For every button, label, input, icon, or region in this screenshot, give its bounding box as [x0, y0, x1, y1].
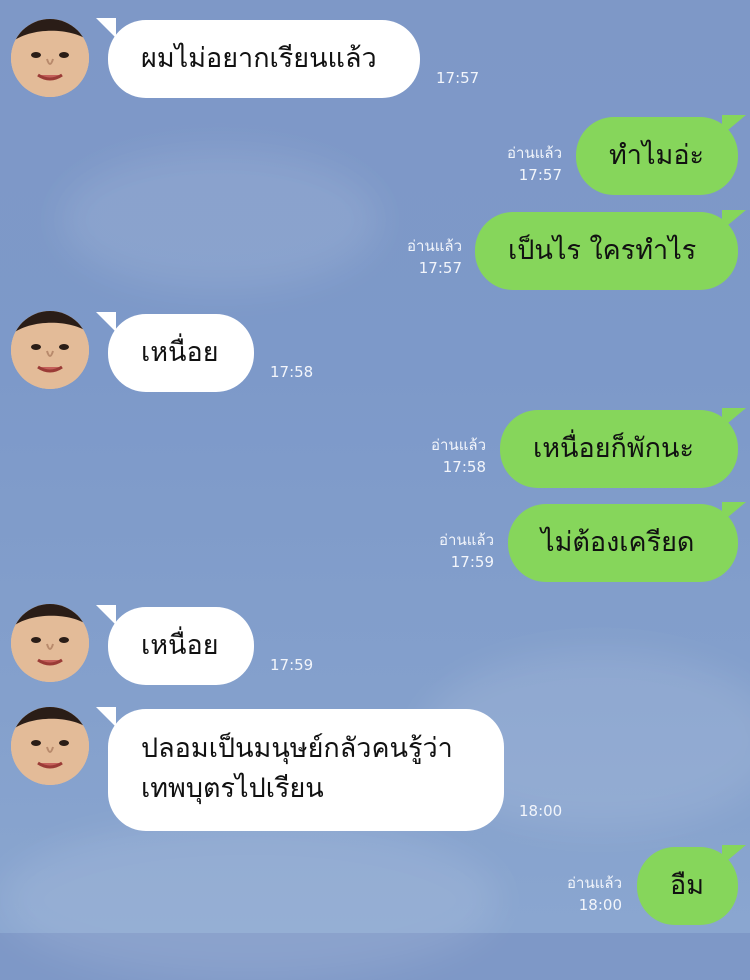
message-time: 17:58 — [270, 363, 314, 381]
avatar[interactable] — [11, 311, 89, 389]
bubble-tail — [96, 707, 116, 727]
message-time: 17:58 — [442, 458, 486, 476]
message-line: ปลอมเป็นมนุษย์กลัวคนรู้ว่า — [141, 733, 453, 764]
avatar-face-icon — [11, 311, 89, 389]
read-receipt: อ่านแล้ว — [407, 237, 462, 255]
avatar[interactable] — [11, 19, 89, 97]
message-time: 17:57 — [436, 69, 480, 87]
bubble-tail — [722, 210, 746, 230]
message-bubble[interactable]: เหนื่อย — [108, 314, 254, 392]
read-receipt: อ่านแล้ว — [507, 144, 562, 162]
message-bubble[interactable]: เหนื่อย — [108, 607, 254, 685]
message-bubble[interactable]: ปลอมเป็นมนุษย์กลัวคนรู้ว่า เทพบุตรไปเรีย… — [108, 709, 504, 831]
bubble-tail — [722, 408, 746, 428]
message-time: 18:00 — [519, 802, 563, 820]
bubble-tail — [96, 18, 116, 38]
bubble-tail — [96, 605, 116, 625]
message-bubble[interactable]: เป็นไร ใครทำไร — [475, 212, 738, 290]
cloud-decor — [60, 150, 380, 290]
bubble-tail — [96, 312, 116, 332]
message-time: 17:57 — [518, 166, 562, 184]
read-receipt: อ่านแล้ว — [439, 531, 494, 549]
avatar-face-icon — [11, 604, 89, 682]
message-time: 17:59 — [270, 656, 314, 674]
message-bubble[interactable]: ทำไมอ่ะ — [576, 117, 738, 195]
read-receipt: อ่านแล้ว — [431, 436, 486, 454]
message-bubble[interactable]: เหนื่อยก็พักนะ — [500, 410, 738, 488]
cloud-decor — [0, 820, 500, 980]
bubble-tail — [722, 845, 746, 865]
message-bubble[interactable]: ผมไม่อยากเรียนแล้ว — [108, 20, 420, 98]
avatar-face-icon — [11, 19, 89, 97]
avatar-face-icon — [11, 707, 89, 785]
message-time: 18:00 — [578, 896, 622, 914]
bubble-tail — [722, 115, 746, 135]
bubble-tail — [722, 502, 746, 522]
avatar[interactable] — [11, 707, 89, 785]
avatar[interactable] — [11, 604, 89, 682]
message-bubble[interactable]: ไม่ต้องเครียด — [508, 504, 738, 582]
read-receipt: อ่านแล้ว — [567, 874, 622, 892]
message-time: 17:57 — [418, 259, 462, 277]
message-time: 17:59 — [450, 553, 494, 571]
message-line: เทพบุตรไปเรียน — [141, 773, 324, 804]
